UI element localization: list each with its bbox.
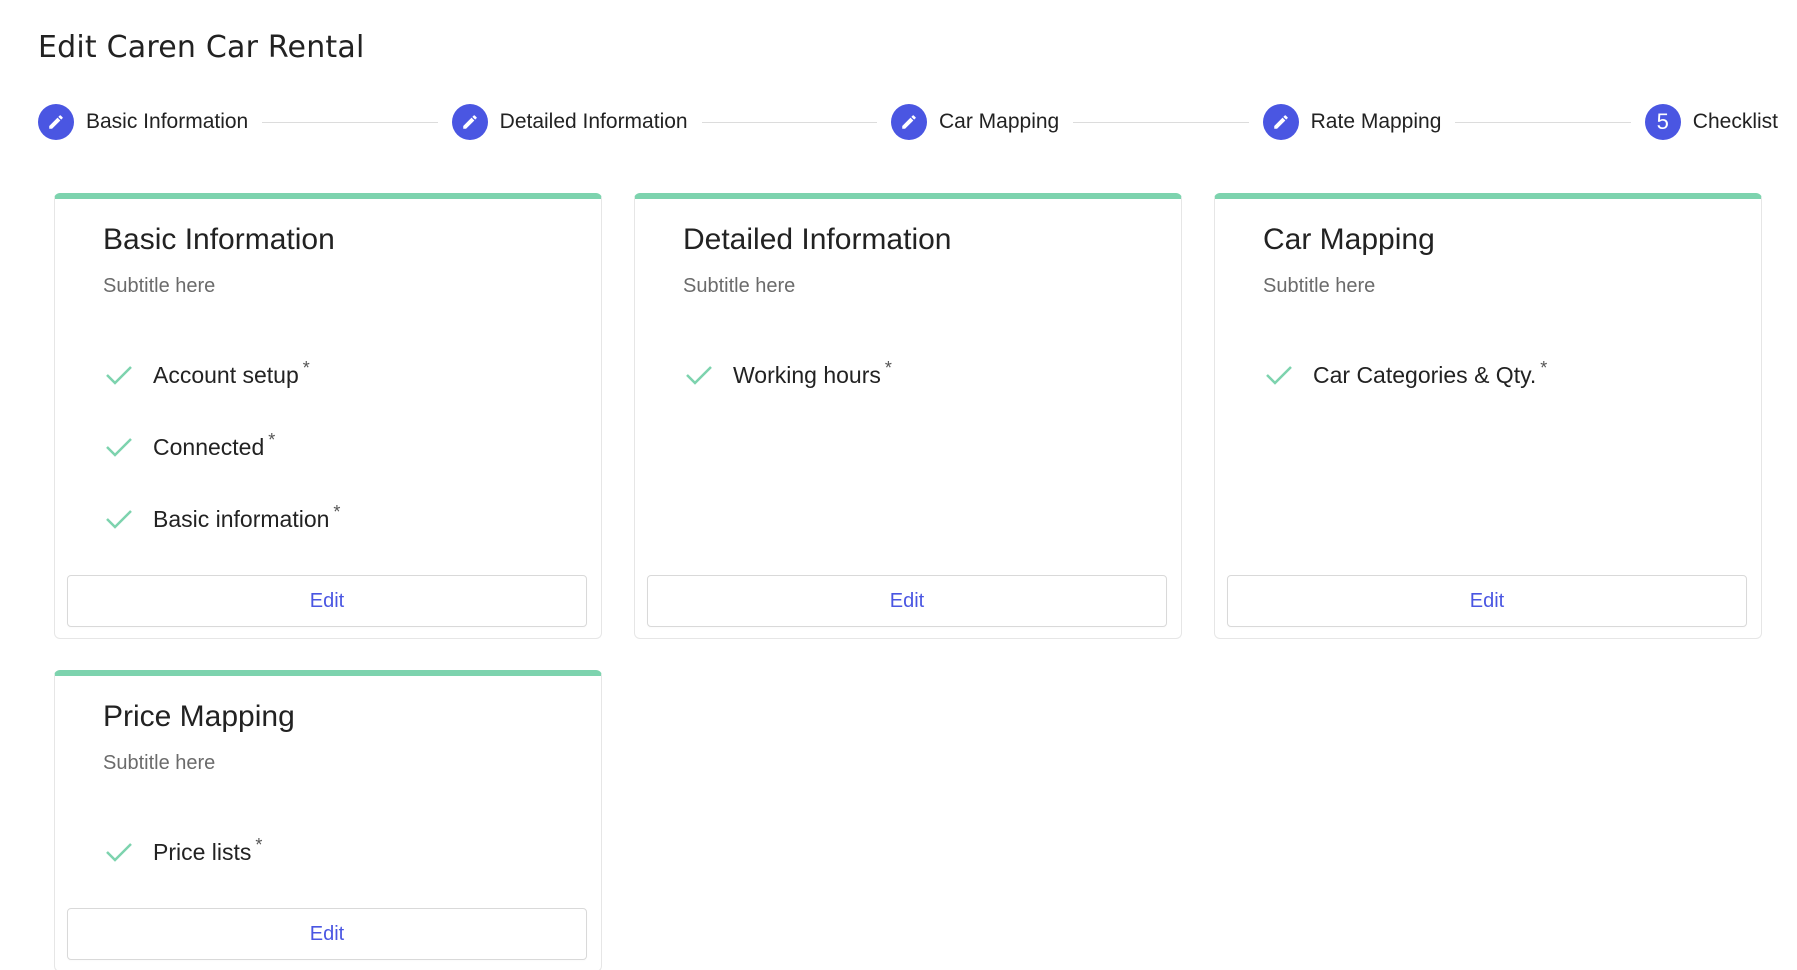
list-item: Account setup * xyxy=(105,357,340,393)
required-mark: * xyxy=(268,429,276,450)
check-icon xyxy=(1265,363,1295,387)
step-checklist[interactable]: 5 Checklist xyxy=(1644,104,1778,140)
pencil-icon xyxy=(38,104,74,140)
check-label: Price lists * xyxy=(153,834,263,865)
pencil-icon xyxy=(451,104,488,140)
card-subtitle: Subtitle here xyxy=(103,752,216,774)
card-price-mapping: Price Mapping Subtitle here Price lists *… xyxy=(54,670,602,970)
check-label: Working hours * xyxy=(733,357,892,388)
list-item: Car Categories & Qty. * xyxy=(1265,357,1547,393)
step-car-mapping[interactable]: Car Mapping xyxy=(891,104,1059,140)
page-title: Edit Caren Car Rental xyxy=(38,30,365,65)
list-item: Basic information * xyxy=(105,501,340,537)
check-icon xyxy=(105,435,135,459)
step-label: Checklist xyxy=(1692,110,1778,133)
list-item: Price lists * xyxy=(105,834,262,870)
step-connector xyxy=(262,121,438,123)
step-label: Basic Information xyxy=(86,110,249,133)
pencil-icon xyxy=(1262,104,1299,140)
required-mark: * xyxy=(1540,357,1548,378)
step-number: 5 xyxy=(1644,104,1681,140)
card-title: Car Mapping xyxy=(1263,223,1435,256)
check-icon xyxy=(105,507,135,531)
check-label: Account setup * xyxy=(153,357,310,388)
edit-button[interactable]: Edit xyxy=(1227,575,1747,627)
check-icon xyxy=(685,363,715,387)
edit-button[interactable]: Edit xyxy=(67,908,587,960)
card-subtitle: Subtitle here xyxy=(103,275,216,297)
edit-button[interactable]: Edit xyxy=(647,575,1167,627)
required-mark: * xyxy=(333,501,341,522)
check-list: Account setup * Connected * Basic informat… xyxy=(105,357,340,573)
card-car-mapping: Car Mapping Subtitle here Car Categories… xyxy=(1214,193,1762,639)
card-title: Detailed Information xyxy=(683,223,952,256)
step-rate-mapping[interactable]: Rate Mapping xyxy=(1262,104,1442,140)
step-basic-information[interactable]: Basic Information xyxy=(38,104,248,140)
step-label: Car Mapping xyxy=(939,110,1060,133)
required-mark: * xyxy=(255,834,263,855)
card-title: Basic Information xyxy=(103,223,335,256)
card-basic-information: Basic Information Subtitle here Account … xyxy=(54,193,602,639)
required-mark: * xyxy=(884,357,892,378)
step-connector xyxy=(701,121,877,123)
step-detailed-information[interactable]: Detailed Information xyxy=(451,104,688,140)
check-list: Price lists * xyxy=(105,834,262,906)
check-label: Basic information * xyxy=(153,501,341,532)
check-label: Connected * xyxy=(153,429,276,460)
pencil-icon xyxy=(891,104,927,140)
card-detailed-information: Detailed Information Subtitle here Worki… xyxy=(634,193,1182,639)
list-item: Connected * xyxy=(105,429,340,465)
step-label: Detailed Information xyxy=(499,110,688,133)
edit-button[interactable]: Edit xyxy=(67,575,587,627)
step-connector xyxy=(1073,121,1249,123)
card-subtitle: Subtitle here xyxy=(1263,275,1376,297)
check-list: Car Categories & Qty. * xyxy=(1265,357,1547,429)
stepper: Basic Information Detailed Information C… xyxy=(38,102,1778,142)
check-icon xyxy=(105,840,135,864)
page: Edit Caren Car Rental Basic Information … xyxy=(0,0,1797,970)
list-item: Working hours * xyxy=(685,357,892,393)
step-label: Rate Mapping xyxy=(1310,110,1442,133)
check-label: Car Categories & Qty. * xyxy=(1313,357,1548,388)
card-subtitle: Subtitle here xyxy=(683,275,796,297)
step-connector xyxy=(1455,121,1631,123)
check-list: Working hours * xyxy=(685,357,892,429)
required-mark: * xyxy=(302,357,310,378)
check-icon xyxy=(105,363,135,387)
card-title: Price Mapping xyxy=(103,700,295,733)
